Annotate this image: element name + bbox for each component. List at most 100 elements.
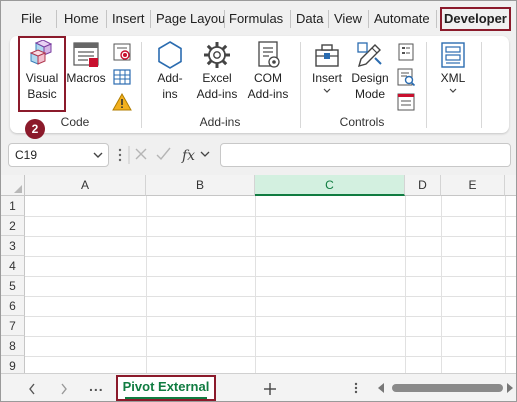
run-dialog-icon[interactable] bbox=[396, 92, 416, 112]
name-box-value: C19 bbox=[15, 148, 38, 162]
row-header[interactable]: 5 bbox=[1, 276, 25, 296]
column-header-e[interactable]: E bbox=[441, 175, 505, 196]
xml-source-icon bbox=[441, 42, 465, 68]
row-header[interactable]: 2 bbox=[1, 216, 25, 236]
macro-security-warning-icon[interactable] bbox=[112, 92, 132, 112]
view-code-icon[interactable] bbox=[396, 67, 416, 87]
addins-group-label: Add-ins bbox=[199, 115, 241, 129]
group-divider bbox=[481, 42, 482, 128]
com-addins-button[interactable]: COM Add-ins bbox=[244, 40, 292, 106]
more-sheets-button[interactable]: ... bbox=[89, 378, 104, 394]
com-addins-label-line1: COM bbox=[254, 71, 282, 85]
design-mode-label-line1: Design bbox=[351, 71, 389, 85]
controls-group-label: Controls bbox=[339, 115, 385, 129]
insert-control-button[interactable]: Insert bbox=[307, 40, 347, 110]
excel-addins-label-line2: Add-ins bbox=[196, 87, 238, 101]
chevron-left-icon[interactable] bbox=[28, 383, 36, 395]
tab-divider bbox=[106, 10, 107, 28]
row-header[interactable]: 4 bbox=[1, 256, 25, 276]
ribbon-tabs: File Home Insert Page Layou Formulas Dat… bbox=[1, 1, 516, 35]
ribbon-panel: Visual Basic Macros Code Add- ins Excel … bbox=[10, 36, 509, 133]
tab-formulas[interactable]: Formulas bbox=[229, 9, 283, 29]
enter-check-icon[interactable] bbox=[156, 147, 171, 161]
xml-label: XML bbox=[440, 71, 466, 85]
scroll-right-arrow-icon[interactable] bbox=[507, 383, 513, 393]
tab-divider bbox=[328, 10, 329, 28]
tab-view[interactable]: View bbox=[334, 9, 362, 29]
name-box[interactable]: C19 bbox=[8, 143, 109, 167]
tab-developer[interactable]: Developer bbox=[440, 7, 511, 31]
tab-automate[interactable]: Automate bbox=[374, 9, 430, 29]
column-header-c[interactable]: C bbox=[255, 175, 405, 196]
addins-label-line2: ins bbox=[162, 87, 178, 101]
tab-file[interactable]: File bbox=[21, 9, 42, 29]
chevron-right-icon[interactable] bbox=[60, 383, 68, 395]
column-header-a[interactable]: A bbox=[25, 175, 146, 196]
cancel-icon[interactable] bbox=[135, 148, 147, 160]
tab-page-layout[interactable]: Page Layou bbox=[156, 9, 225, 29]
row-header[interactable]: 1 bbox=[1, 196, 25, 216]
tab-insert[interactable]: Insert bbox=[112, 9, 145, 29]
worksheet-grid[interactable]: A B C D E 1 2 3 4 5 6 7 8 9 bbox=[1, 175, 516, 376]
visual-basic-button[interactable]: Visual Basic bbox=[18, 36, 66, 112]
select-all-corner[interactable] bbox=[1, 175, 25, 196]
horizontal-scrollbar[interactable] bbox=[392, 384, 503, 392]
gear-icon bbox=[204, 42, 230, 68]
step-badge-2: 2 bbox=[25, 119, 45, 139]
formula-bar-controls: fx bbox=[113, 143, 213, 167]
visual-basic-label-line2: Basic bbox=[27, 87, 57, 101]
tab-divider bbox=[150, 10, 151, 28]
insert-function-icon[interactable]: fx bbox=[181, 148, 195, 164]
column-header-partial bbox=[505, 175, 516, 196]
group-divider bbox=[300, 42, 301, 128]
tab-divider bbox=[290, 10, 291, 28]
column-header-d[interactable]: D bbox=[405, 175, 441, 196]
tab-divider bbox=[224, 10, 225, 28]
properties-icon[interactable] bbox=[396, 42, 416, 62]
insert-control-label: Insert bbox=[311, 71, 342, 85]
visual-basic-label-line1: Visual bbox=[25, 71, 59, 85]
sheet-tab-pivot-external[interactable]: Pivot External bbox=[116, 375, 216, 401]
chevron-down-icon bbox=[449, 88, 457, 93]
active-sheet-underline bbox=[125, 397, 207, 399]
excel-addins-button[interactable]: Excel Add-ins bbox=[193, 40, 241, 106]
com-addins-label-line2: Add-ins bbox=[247, 87, 289, 101]
tab-divider bbox=[368, 10, 369, 28]
formula-input[interactable] bbox=[220, 143, 511, 167]
relative-references-icon[interactable] bbox=[112, 67, 132, 87]
excel-window: File Home Insert Page Layou Formulas Dat… bbox=[0, 0, 517, 402]
addins-hexagon-icon bbox=[158, 41, 182, 69]
sheet-tab-bar: ... Pivot External bbox=[1, 373, 516, 401]
column-header-b[interactable]: B bbox=[146, 175, 255, 196]
row-header[interactable]: 3 bbox=[1, 236, 25, 256]
row-header[interactable]: 7 bbox=[1, 316, 25, 336]
design-mode-button[interactable]: Design Mode bbox=[350, 40, 390, 106]
macros-label: Macros bbox=[66, 71, 106, 85]
group-divider bbox=[141, 42, 142, 128]
design-mode-icon bbox=[357, 42, 382, 68]
design-mode-label-line2: Mode bbox=[354, 87, 386, 101]
record-macro-icon[interactable] bbox=[112, 42, 132, 62]
more-options-icon[interactable] bbox=[353, 381, 359, 395]
more-options-icon[interactable] bbox=[118, 148, 122, 162]
chevron-down-icon bbox=[323, 88, 331, 93]
com-addins-icon bbox=[258, 41, 280, 68]
tab-divider bbox=[436, 10, 437, 28]
code-group-label: Code bbox=[60, 115, 90, 129]
visual-basic-icon bbox=[29, 40, 53, 65]
addins-label-line1: Add- bbox=[157, 71, 183, 85]
scroll-left-arrow-icon[interactable] bbox=[378, 383, 384, 393]
chevron-down-icon[interactable] bbox=[92, 148, 104, 162]
addins-button[interactable]: Add- ins bbox=[151, 40, 189, 106]
xml-button[interactable]: XML bbox=[435, 40, 471, 106]
tab-data[interactable]: Data bbox=[296, 9, 323, 29]
plus-icon[interactable] bbox=[263, 382, 277, 396]
toolbox-icon bbox=[315, 44, 339, 67]
chevron-down-icon[interactable] bbox=[200, 151, 210, 157]
row-header[interactable]: 6 bbox=[1, 296, 25, 316]
tab-home[interactable]: Home bbox=[64, 9, 99, 29]
row-header[interactable]: 8 bbox=[1, 336, 25, 356]
macros-button[interactable]: Macros bbox=[66, 40, 106, 100]
excel-addins-label-line1: Excel bbox=[202, 71, 232, 85]
macros-icon bbox=[73, 42, 99, 67]
